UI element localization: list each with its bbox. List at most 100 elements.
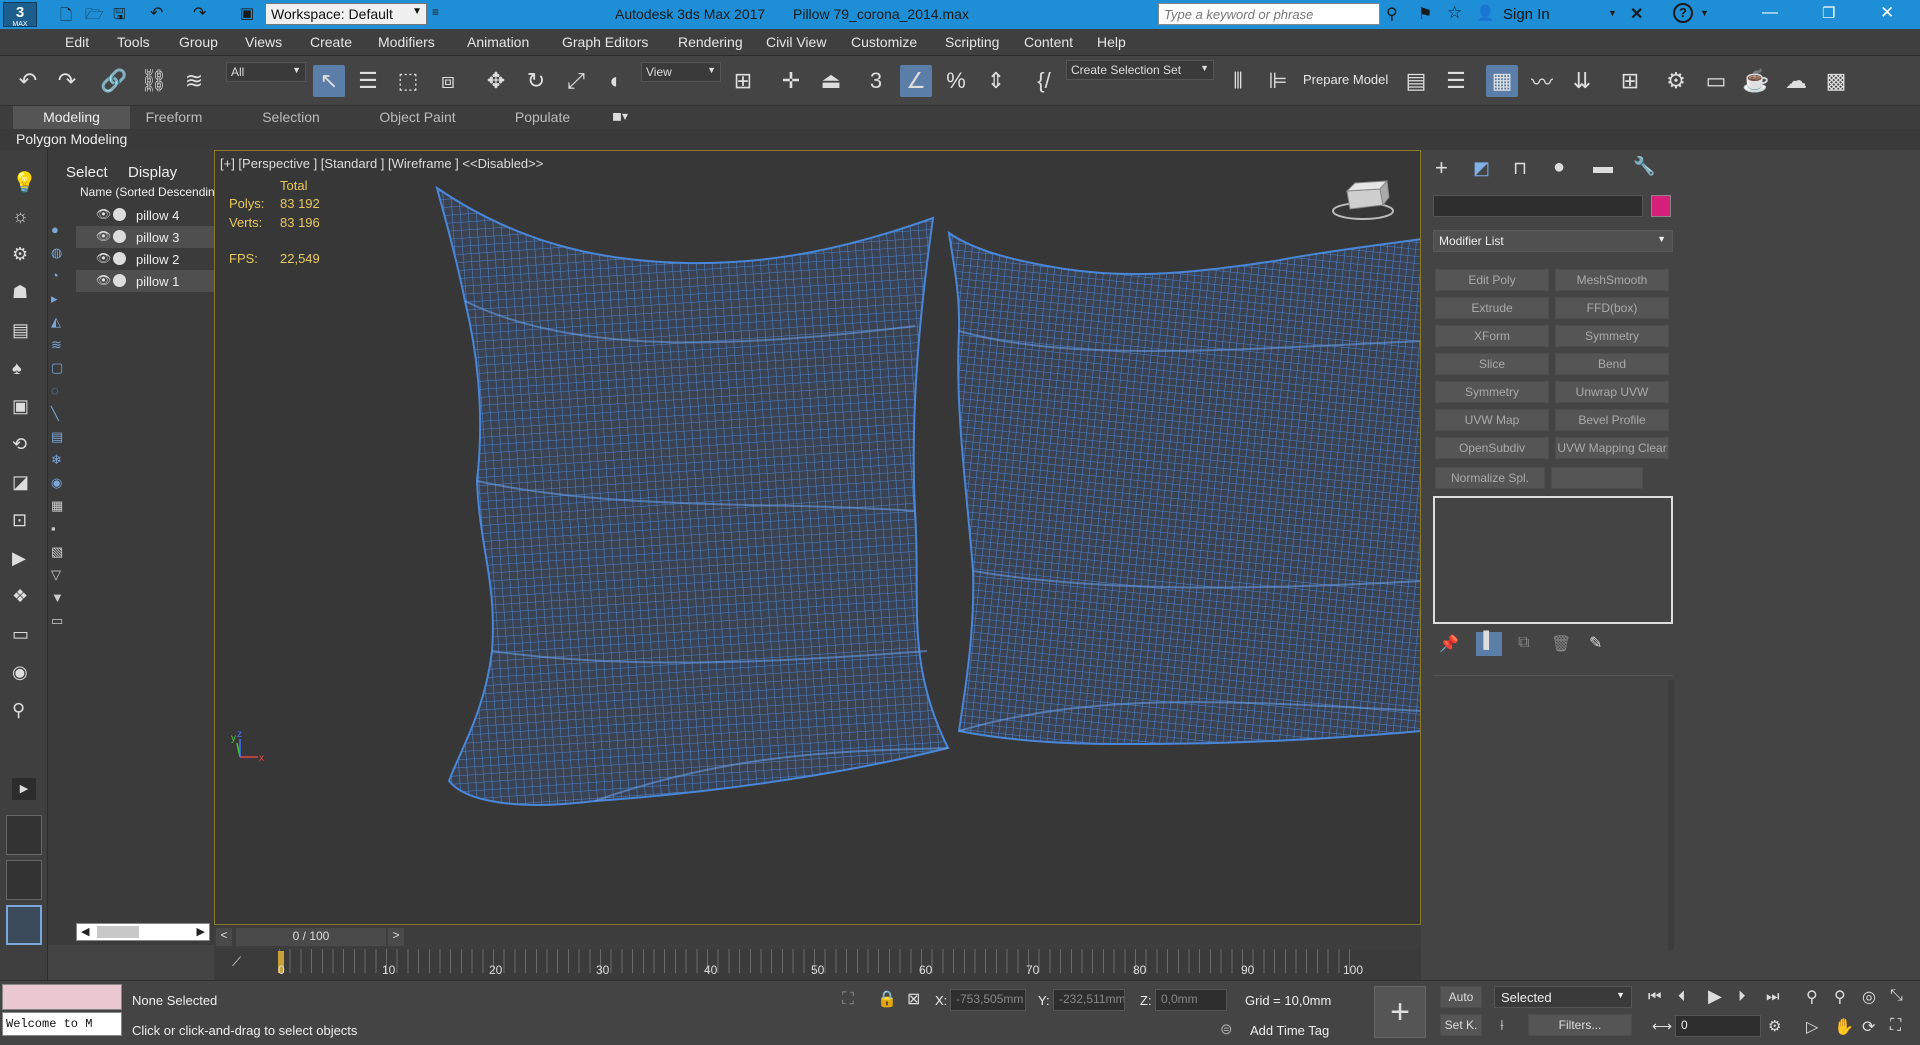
layer-explorer-icon[interactable]: ☰ <box>1440 65 1472 97</box>
rect-selection-region-button[interactable]: ⬚ <box>392 65 424 97</box>
xref-filter-icon[interactable]: ◌ <box>51 383 71 406</box>
create-selection-set-select[interactable]: Create Selection Set ▼ <box>1066 60 1214 80</box>
modifier-button[interactable]: OpenSubdiv <box>1435 437 1549 459</box>
play-icon[interactable]: ▶ <box>1708 986 1722 1007</box>
key-mode-icon[interactable]: ⟊ <box>1500 1017 1504 1034</box>
menu-modifiers[interactable]: Modifiers <box>378 34 435 50</box>
named-selection-icon[interactable]: {/ <box>1028 65 1060 97</box>
favorites-star-icon[interactable]: ☆ <box>1447 3 1462 23</box>
mirror-icon[interactable]: ⫴ <box>1222 65 1254 97</box>
object-name-field[interactable] <box>1433 195 1643 217</box>
close-window-icon[interactable]: ✕ <box>1880 3 1894 23</box>
y-coordinate-field[interactable]: -232,511mm <box>1053 989 1125 1011</box>
modify-tab-icon[interactable]: ◩ <box>1473 158 1490 179</box>
previous-frame-icon[interactable]: ⏴ <box>1678 988 1686 1005</box>
filters-button[interactable]: Filters... <box>1528 1014 1632 1036</box>
list-item[interactable]: 👁 pillow 1 <box>76 270 214 292</box>
place-icon[interactable]: ◐ <box>600 65 632 97</box>
add-time-tag-button[interactable]: Add Time Tag <box>1250 1023 1329 1038</box>
modifier-button[interactable]: Extrude <box>1435 297 1549 319</box>
menu-create[interactable]: Create <box>310 34 352 50</box>
modifier-button[interactable]: Unwrap UVW <box>1555 381 1669 403</box>
user-icon[interactable]: 👤 <box>1476 4 1495 22</box>
cycle-icon[interactable]: ⟲ <box>12 434 27 455</box>
restore-icon[interactable]: ❐ <box>1822 4 1835 22</box>
window-crossing-button[interactable]: ⧈ <box>432 65 464 97</box>
select-object-button[interactable]: ↖ <box>313 65 345 97</box>
expand-arrow-icon[interactable]: ▶ <box>12 778 36 800</box>
funnel-icon[interactable]: ▽ <box>51 567 71 590</box>
undo-button[interactable]: ↶ <box>12 65 44 97</box>
time-config-icon[interactable]: ⚙ <box>1768 1017 1781 1035</box>
menu-scripting[interactable]: Scripting <box>945 34 999 50</box>
menu-tools[interactable]: Tools <box>117 34 150 50</box>
go-to-end-icon[interactable]: ⏭ <box>1766 988 1780 1005</box>
time-tag-icon[interactable]: ⊜ <box>1220 1020 1233 1038</box>
time-slider-next-button[interactable]: > <box>388 928 404 946</box>
scroll-left-icon[interactable]: ◀ <box>81 925 89 938</box>
tab-display[interactable]: Display <box>128 164 177 181</box>
keyboard-shortcut-icon[interactable]: ⏏ <box>815 65 847 97</box>
invert-icon[interactable]: ▧ <box>51 544 71 567</box>
modifier-button[interactable]: Symmetry <box>1555 325 1669 347</box>
display-icon[interactable]: ▶ <box>12 548 26 569</box>
layout-single-icon[interactable] <box>6 815 42 855</box>
menu-rendering[interactable]: Rendering <box>678 34 743 50</box>
display-all-icon[interactable]: ▦ <box>51 498 71 521</box>
tab-selection[interactable]: Selection <box>245 106 337 129</box>
render-cloud-icon[interactable]: ☁ <box>1780 65 1812 97</box>
object-type-icon[interactable]: ⚙ <box>12 244 28 265</box>
minimize-icon[interactable]: — <box>1762 4 1778 22</box>
eye-icon[interactable]: 👁 <box>96 229 111 243</box>
list-item[interactable]: 👁 pillow 3 <box>76 226 214 248</box>
light-filter-icon[interactable]: ◔ <box>51 268 71 291</box>
modifier-button[interactable]: UVW Map <box>1435 409 1549 431</box>
set-key-button[interactable]: Set K. <box>1440 1014 1482 1036</box>
modifier-button[interactable]: FFD(box) <box>1555 297 1669 319</box>
tab-populate[interactable]: Populate <box>495 106 590 129</box>
tab-select[interactable]: Select <box>66 164 108 181</box>
lamp-icon[interactable]: ⚲ <box>12 700 25 721</box>
book-icon[interactable]: ▭ <box>51 613 71 636</box>
horizontal-scrollbar[interactable]: ◀ ▶ <box>76 923 210 941</box>
workspace-menu-icon[interactable]: ≡ <box>432 5 439 19</box>
sign-in-link[interactable]: Sign In <box>1503 6 1550 23</box>
subscription-icon[interactable]: ⚑ <box>1418 4 1432 24</box>
modifier-button[interactable]: Bevel Profile <box>1555 409 1669 431</box>
remove-modifier-icon[interactable]: 🗑 <box>1551 634 1571 654</box>
modifier-button[interactable]: XForm <box>1435 325 1549 347</box>
menu-views[interactable]: Views <box>245 34 282 50</box>
app-logo[interactable]: 3 MAX <box>3 2 37 28</box>
curve-editor-icon[interactable]: 〰 <box>1526 65 1558 97</box>
help-chevron-icon[interactable]: ▼ <box>1700 8 1709 18</box>
percent-snap-icon[interactable]: % <box>940 65 972 97</box>
bone-icon[interactable]: ☗ <box>12 282 28 303</box>
cube-icon[interactable]: ▣ <box>12 396 29 417</box>
geometry-filter-icon[interactable]: ● <box>51 222 71 245</box>
list-item[interactable]: 👁 pillow 2 <box>76 248 214 270</box>
render-setup-icon[interactable]: ⚙ <box>1660 65 1692 97</box>
light-bulb-icon[interactable]: 💡 <box>12 170 37 195</box>
menu-customize[interactable]: Customize <box>851 34 917 50</box>
bind-space-warp-icon[interactable]: ≋ <box>178 65 210 97</box>
time-slider-prev-button[interactable]: < <box>216 928 232 946</box>
modifier-button[interactable]: Slice <box>1435 353 1549 375</box>
pivot-center-icon[interactable]: ⊞ <box>727 65 759 97</box>
eye-icon[interactable]: 👁 <box>96 207 111 221</box>
redo-icon[interactable]: ↷ <box>193 3 206 23</box>
next-frame-icon[interactable]: ⏵ <box>1738 988 1746 1005</box>
curve-editor-mini-icon[interactable]: ⟋ <box>232 954 241 970</box>
scroll-right-icon[interactable]: ▶ <box>197 925 205 938</box>
group-filter-icon[interactable]: ▢ <box>51 360 71 383</box>
show-end-result-icon[interactable]: ▌ <box>1476 632 1502 656</box>
eye-icon[interactable]: 👁 <box>96 251 111 265</box>
modifier-button[interactable]: UVW Mapping Clear <box>1555 437 1669 459</box>
pillow-left-mesh[interactable] <box>435 185 950 806</box>
prepare-model-button[interactable]: Prepare Model <box>1303 72 1388 87</box>
menu-edit[interactable]: Edit <box>65 34 89 50</box>
exchange-icon[interactable]: ✕ <box>1630 4 1643 24</box>
pin-stack-icon[interactable]: 📌 <box>1439 634 1459 654</box>
perspective-viewport[interactable]: x y z [+] [Perspective ] [Standard ] [Wi… <box>214 150 1421 925</box>
zoom-icon[interactable]: ⚲ <box>1806 987 1818 1007</box>
select-manipulate-icon[interactable]: ✛ <box>775 65 807 97</box>
